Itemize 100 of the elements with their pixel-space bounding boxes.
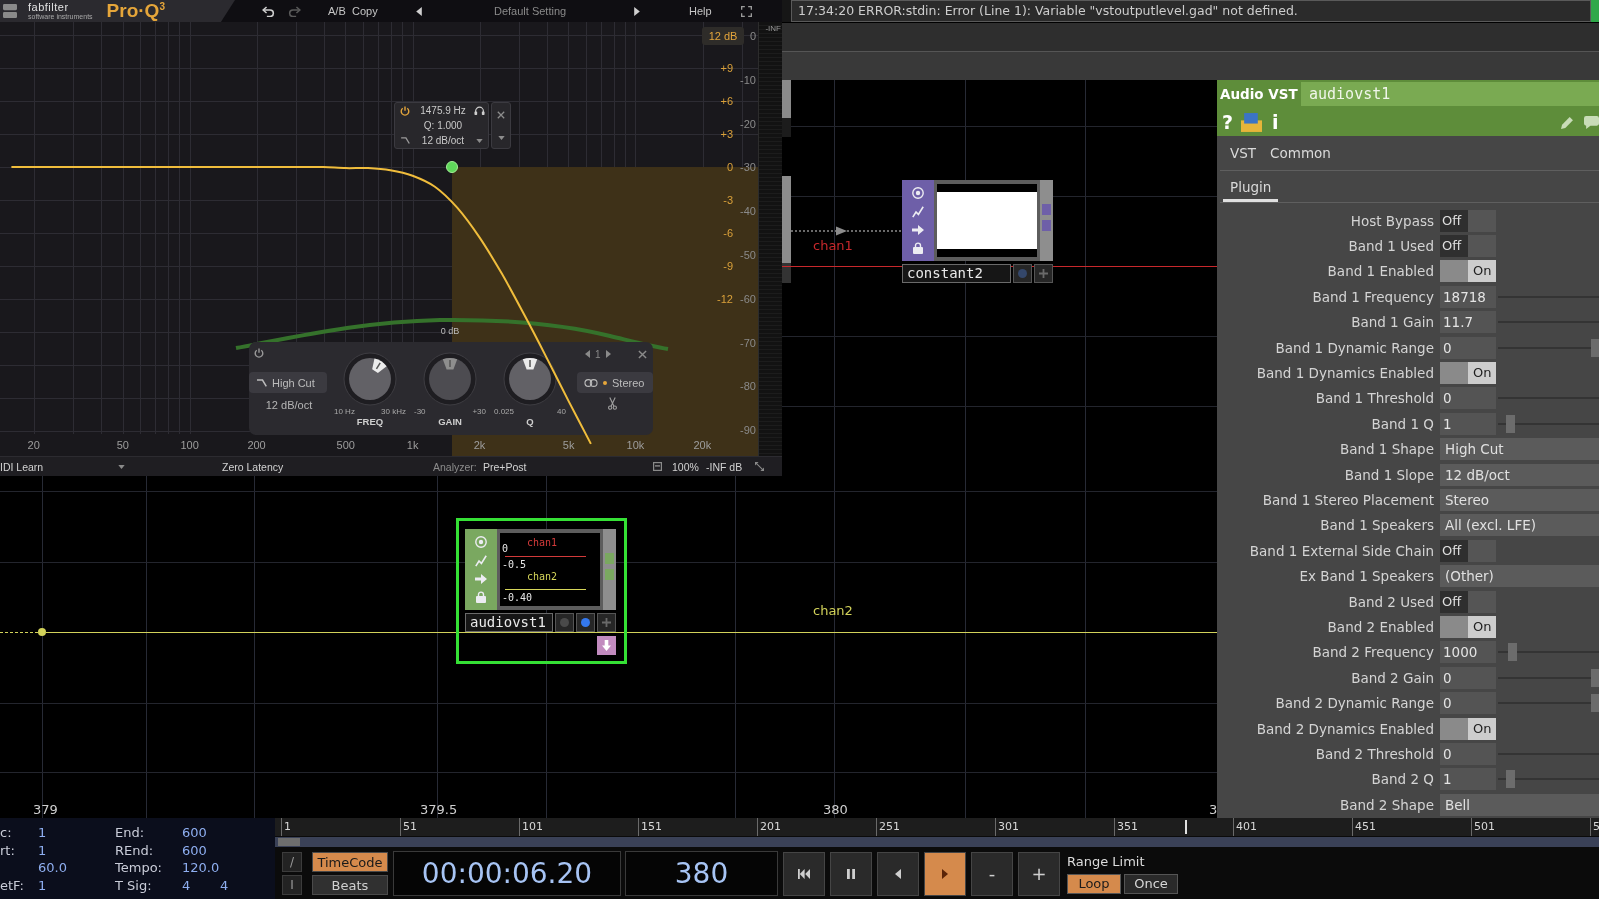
comment-icon[interactable] <box>1584 115 1599 129</box>
play-reverse-icon <box>895 868 901 879</box>
range-mode-button[interactable]: Loop <box>1067 873 1121 894</box>
operator-node[interactable]: chan1 chan2 0 -0.5 -0.40 audiovst1 <box>456 518 627 664</box>
page-tab[interactable]: Plugin <box>1223 171 1279 202</box>
target-icon[interactable] <box>475 536 487 549</box>
lock-icon[interactable] <box>475 590 487 603</box>
step-button[interactable]: + <box>1018 851 1060 896</box>
info-button[interactable]: i <box>1272 110 1279 134</box>
dropdown-field[interactable]: Bell <box>1440 793 1599 816</box>
timecode-field[interactable]: 00:00:06.20 <box>393 851 621 896</box>
latency-button[interactable]: Zero Latency <box>222 460 284 473</box>
panel-icon[interactable] <box>653 462 662 471</box>
slider-handle[interactable] <box>1590 694 1599 713</box>
step-button[interactable]: - <box>971 851 1013 896</box>
slider-track[interactable] <box>1498 412 1599 435</box>
dot-icon <box>581 618 590 627</box>
dropdown-field[interactable]: High Cut <box>1440 438 1599 461</box>
caret-down-icon[interactable] <box>118 464 125 469</box>
mode-button[interactable]: I <box>282 875 302 895</box>
play-button[interactable] <box>924 851 966 896</box>
operator-type: Audio VST <box>1220 86 1299 102</box>
caret-down-icon[interactable] <box>497 135 505 140</box>
help-button[interactable]: ? <box>1222 110 1234 134</box>
slider-handle[interactable] <box>1506 414 1516 433</box>
target-icon[interactable] <box>912 187 924 200</box>
operator-node[interactable]: constant2 <box>902 180 1053 283</box>
zoom-button[interactable]: 100% <box>672 460 699 473</box>
bypass-button[interactable] <box>555 613 574 632</box>
caret-right-icon[interactable] <box>634 6 640 16</box>
page-tab[interactable]: VST <box>1223 136 1264 170</box>
slider-handle[interactable] <box>1506 770 1516 789</box>
node-name[interactable]: constant2 <box>902 264 1011 283</box>
display-button[interactable] <box>576 613 595 632</box>
slider-handle[interactable] <box>1590 338 1599 357</box>
time-format-button[interactable]: TimeCode <box>312 852 388 872</box>
pause-button[interactable] <box>830 851 872 896</box>
reverse-play-button[interactable] <box>877 851 919 896</box>
value-field[interactable]: 0 <box>1440 666 1496 689</box>
add-button[interactable] <box>1034 264 1053 283</box>
caret-down-icon[interactable] <box>476 138 483 143</box>
slider-handle[interactable] <box>1590 668 1599 687</box>
scissors-icon[interactable] <box>608 397 617 410</box>
value-field[interactable]: 0 <box>1440 742 1496 765</box>
time-format-button[interactable]: Beats <box>312 875 388 895</box>
value-field[interactable]: 0 <box>1440 692 1496 715</box>
lock-icon[interactable] <box>912 241 924 254</box>
page-tab[interactable]: Common <box>1263 136 1338 170</box>
dropdown-field[interactable]: Stereo <box>1440 489 1599 511</box>
ruler-label: 451 <box>1352 818 1471 836</box>
headphones-icon[interactable] <box>474 106 485 115</box>
preset-button[interactable]: Default Setting <box>494 5 567 17</box>
midi-learn-button[interactable]: IDI Learn <box>0 460 44 473</box>
skip-to-start-button[interactable] <box>783 851 825 896</box>
scroll-thumb[interactable] <box>278 838 300 846</box>
close-icon[interactable] <box>497 111 505 120</box>
node-name[interactable]: audiovst1 <box>465 613 553 632</box>
ab-button[interactable]: A/B <box>328 5 346 17</box>
slope-value: 12 dB/oct <box>421 135 465 146</box>
slider-track[interactable] <box>1498 768 1599 791</box>
ruler-label: 201 <box>757 818 876 836</box>
slider-handle[interactable] <box>1508 643 1518 662</box>
value-field[interactable]: 1 <box>1440 412 1496 435</box>
graph-icon[interactable] <box>475 555 487 568</box>
parameter-label: Band 2 Used <box>1347 593 1434 610</box>
copy-button[interactable]: Copy <box>352 5 378 17</box>
range-button[interactable]: 12 dB <box>702 27 744 45</box>
arrow-icon[interactable] <box>475 573 487 584</box>
flag-button[interactable] <box>597 636 616 655</box>
parameter-label: Band 1 External Side Chain <box>1248 542 1434 559</box>
add-button[interactable] <box>597 613 616 632</box>
fullscreen-icon[interactable] <box>741 5 752 17</box>
display-button[interactable] <box>1013 264 1032 283</box>
analyzer-button[interactable]: Pre+Post <box>483 460 527 473</box>
value-field[interactable]: 11.7 <box>1440 311 1496 334</box>
arrow-icon[interactable] <box>912 224 924 235</box>
close-icon[interactable] <box>638 349 647 359</box>
placement-button[interactable]: Stereo <box>577 372 653 393</box>
dropdown-field[interactable]: (Other) <box>1440 565 1599 588</box>
playhead[interactable] <box>1184 820 1187 834</box>
graph-icon[interactable] <box>912 206 924 219</box>
caret-left-icon[interactable] <box>416 6 422 16</box>
redo-icon[interactable] <box>288 5 301 17</box>
dropdown-field[interactable]: All (excl. LFE) <box>1440 514 1599 537</box>
dropdown-field[interactable]: 12 dB/oct <box>1440 463 1599 486</box>
timeline-scrollbar[interactable] <box>275 837 1599 847</box>
power-icon[interactable] <box>400 105 410 116</box>
frame-field[interactable]: 380 <box>625 851 778 896</box>
value-field[interactable]: 1 <box>1440 768 1496 791</box>
pencil-icon[interactable] <box>1561 115 1574 129</box>
value-field[interactable]: 0 <box>1440 336 1496 359</box>
range-mode-button[interactable]: Once <box>1124 873 1178 894</box>
mode-button[interactable]: / <box>282 852 302 872</box>
value-field[interactable]: 18718 <box>1440 285 1496 308</box>
resize-icon[interactable] <box>755 462 764 471</box>
help-badge-icon[interactable] <box>1241 112 1263 132</box>
value-field[interactable]: 0 <box>1440 387 1496 410</box>
undo-icon[interactable] <box>262 5 275 17</box>
value-field[interactable]: 1000 <box>1440 641 1496 664</box>
help-button[interactable]: Help <box>689 5 712 17</box>
